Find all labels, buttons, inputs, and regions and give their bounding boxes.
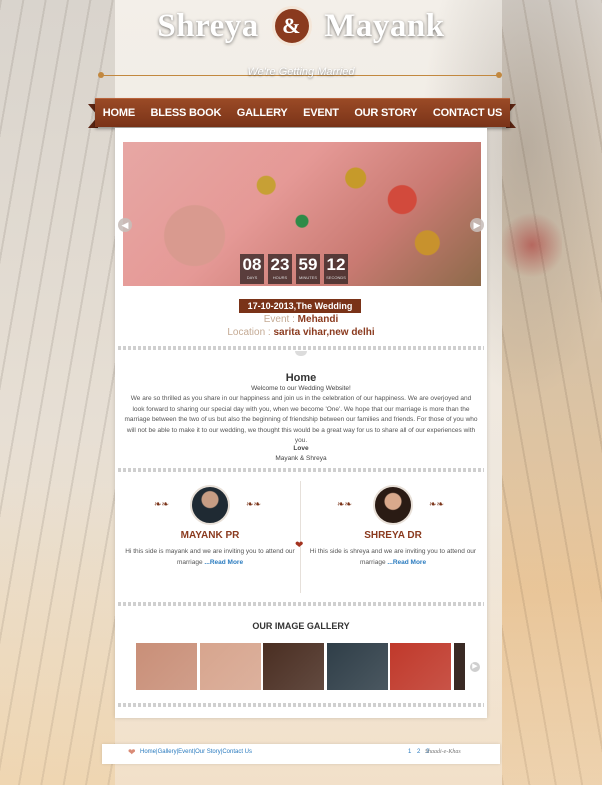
countdown-days-label: DAYS (246, 275, 258, 280)
countdown-timer: 08 DAYS 23 HOURS 59 MINUTES 12 SECONDS (240, 254, 348, 284)
gallery-heading: OUR IMAGE GALLERY (252, 621, 350, 631)
gallery-thumb-bride-dress[interactable] (136, 643, 197, 690)
bride-name-heading: SHREYA DR (364, 530, 422, 541)
ornament-right-icon: ❧❧ (429, 499, 445, 509)
bride-avatar (373, 485, 413, 525)
footer-link-home[interactable]: Home (140, 749, 156, 755)
gallery-thumb-partial[interactable] (454, 643, 465, 690)
chevron-right-icon[interactable]: ▶ (470, 662, 480, 672)
nav-our-story[interactable]: OUR STORY (354, 107, 417, 119)
bride-description: Hi this side is shreya and we are inviti… (308, 546, 478, 568)
bride-name: Shreya (157, 7, 259, 44)
ornament-left-icon: ❧❧ (154, 499, 170, 509)
tagline-text: We're Getting Married (247, 66, 355, 78)
ampersand-badge: & (271, 6, 312, 47)
countdown-seconds-label: SECONDS (326, 275, 346, 280)
nav-home[interactable]: HOME (103, 107, 135, 119)
heart-icon: ❤ (128, 747, 136, 757)
groom-description: Hi this side is mayank and we are inviti… (125, 546, 295, 568)
footer-link-contact-us[interactable]: Contact Us (222, 749, 252, 755)
home-heading: Home (285, 372, 317, 384)
signature: Mayank & Shreya (275, 455, 327, 462)
footer-links: Home|Gallery|Event|Our Story|Contact Us (140, 749, 252, 755)
nav-bless-book[interactable]: BLESS BOOK (151, 107, 222, 119)
event-value: Mehandi (297, 314, 339, 325)
couple-separator (300, 481, 301, 593)
divider-3 (118, 602, 484, 606)
background-flowers (502, 200, 562, 290)
countdown-minutes: 59 MINUTES (296, 254, 320, 284)
signoff: Love (293, 445, 309, 452)
main-nav: HOME BLESS BOOK GALLERY EVENT OUR STORY … (95, 98, 510, 127)
nav-gallery[interactable]: GALLERY (237, 107, 288, 119)
gallery-thumb-necklace[interactable] (327, 643, 388, 690)
location-line: Location : sarita vihar,new delhi (0, 327, 602, 338)
wedding-date-badge: 17-10-2013,The Wedding Date (239, 299, 361, 325)
gallery-thumb-couple-night[interactable] (263, 643, 324, 690)
countdown-days-value: 08 (242, 255, 262, 274)
welcome-text: Welcome to our Wedding Website! (251, 385, 351, 392)
countdown-hours-label: HOURS (272, 275, 288, 280)
heart-icon: ❤ (295, 540, 304, 551)
countdown-seconds-value: 12 (326, 255, 346, 274)
nav-event[interactable]: EVENT (303, 107, 339, 119)
groom-name: Mayank (324, 7, 445, 44)
event-line: Event : Mehandi (0, 314, 602, 325)
footer-link-event[interactable]: Event (178, 749, 193, 755)
groom-name-heading: MAYANK PR (180, 530, 240, 541)
groom-avatar (190, 485, 230, 525)
countdown-minutes-label: MINUTES (299, 275, 317, 280)
nav-contact-us[interactable]: CONTACT US (433, 107, 502, 119)
tagline: We're Getting Married (0, 66, 602, 78)
divider-4 (118, 703, 484, 707)
countdown-minutes-value: 59 (298, 255, 318, 274)
footer-link-gallery[interactable]: Gallery (158, 749, 177, 755)
intro-paragraph: We are so thrilled as you share in our h… (124, 395, 478, 444)
divider-2 (118, 468, 484, 472)
footer-brand-logo: Shaadi-e-Khas (425, 749, 461, 755)
groom-read-more-link[interactable]: ...Read More (204, 559, 243, 566)
site-title: Shreya & Mayank (0, 6, 602, 47)
event-label: Event : (263, 314, 295, 325)
location-value: sarita vihar,new delhi (273, 327, 375, 338)
countdown-hours: 23 HOURS (268, 254, 292, 284)
divider-1 (118, 346, 484, 350)
countdown-hours-value: 23 (270, 255, 290, 274)
footer-link-our-story[interactable]: Our Story (195, 749, 221, 755)
gallery-thumb-jewelry[interactable] (390, 643, 451, 690)
ornament-right-icon: ❧❧ (246, 499, 262, 509)
gallery-thumb-lehenga[interactable] (200, 643, 261, 690)
chevron-left-icon[interactable]: ◀ (118, 218, 132, 232)
chevron-right-icon[interactable]: ▶ (470, 218, 484, 232)
countdown-seconds: 12 SECONDS (324, 254, 348, 284)
location-label: Location : (227, 327, 271, 338)
ornament-left-icon: ❧❧ (337, 499, 353, 509)
countdown-days: 08 DAYS (240, 254, 264, 284)
bride-read-more-link[interactable]: ...Read More (387, 559, 426, 566)
